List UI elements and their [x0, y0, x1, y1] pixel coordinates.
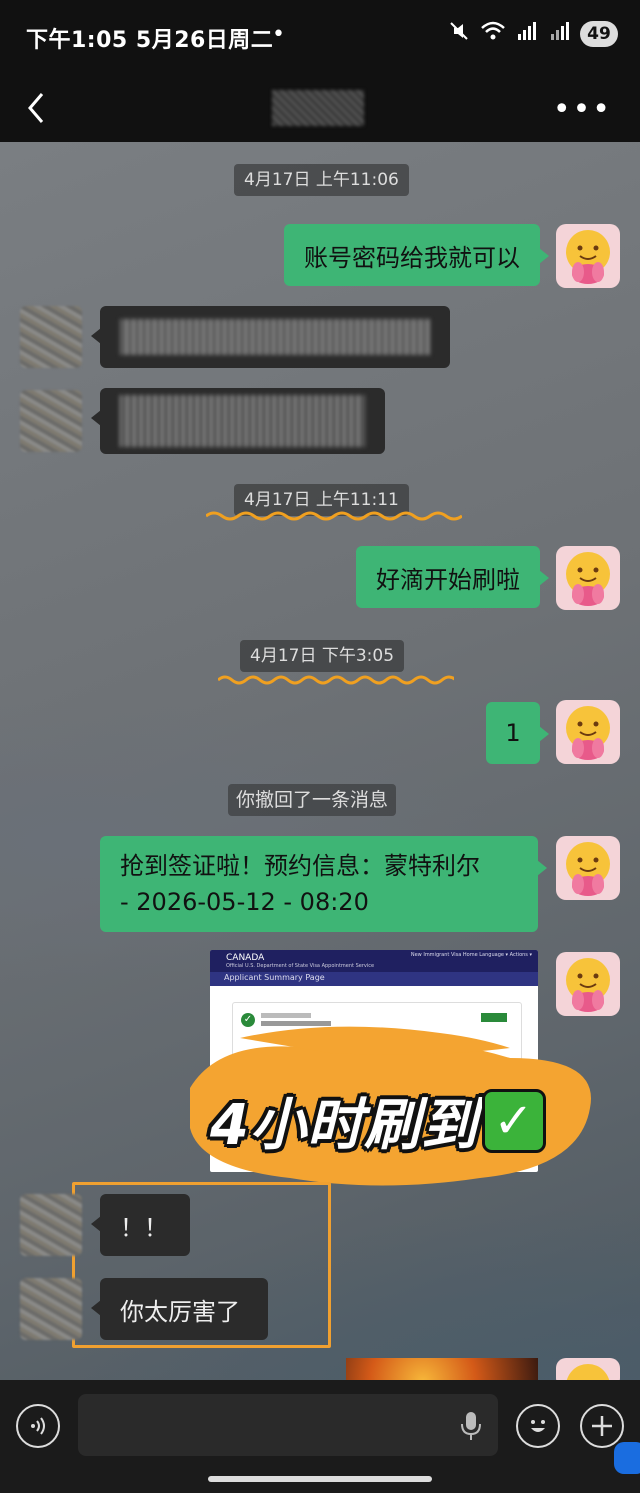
- my-avatar[interactable]: [556, 1358, 620, 1380]
- message-bubble-sent[interactable]: 账号密码给我就可以: [284, 224, 549, 286]
- timestamp: 4月17日 上午11:06: [234, 164, 409, 196]
- check-mark-icon: ✓: [481, 1088, 546, 1153]
- back-arrow-icon[interactable]: [22, 88, 50, 128]
- message-line: - 2026-05-12 - 08:20: [120, 888, 369, 916]
- avatar-emoji-icon: [566, 842, 610, 896]
- my-avatar[interactable]: [556, 224, 620, 288]
- contact-name-redacted: [272, 90, 364, 126]
- more-icon[interactable]: •••: [553, 92, 612, 127]
- message-bubble-sent[interactable]: 抢到签证啦！预约信息：蒙特利尔 - 2026-05-12 - 08:20: [100, 836, 547, 932]
- contact-avatar[interactable]: [20, 390, 82, 452]
- message-bubble-received-redacted[interactable]: [91, 388, 385, 454]
- home-indicator[interactable]: [208, 1476, 432, 1482]
- contact-avatar[interactable]: [20, 1278, 82, 1340]
- screenshot-page-title: Applicant Summary Page: [224, 973, 325, 982]
- my-avatar[interactable]: [556, 836, 620, 900]
- signal-icon: [516, 20, 540, 47]
- message-bubble-received[interactable]: ！！: [91, 1194, 190, 1256]
- status-icons: 49: [448, 20, 618, 47]
- screenshot-nav: Applicant Summary Page: [210, 972, 538, 986]
- chat-header: •••: [0, 76, 640, 142]
- image-message-partial[interactable]: [346, 1358, 538, 1380]
- overlay-caption-text: 4小时刷到: [210, 1093, 478, 1158]
- emoji-icon[interactable]: [516, 1404, 560, 1448]
- chat-area[interactable]: 4月17日 上午11:06 账号密码给我就可以 4月17日 上午11:11 好滴…: [0, 142, 640, 1380]
- signal-icon-2: [550, 20, 570, 47]
- avatar-emoji-icon: [566, 552, 610, 606]
- voice-icon[interactable]: [16, 1404, 60, 1448]
- squiggle-underline: [218, 675, 454, 685]
- contact-avatar[interactable]: [20, 306, 82, 368]
- avatar-emoji-icon: [566, 958, 610, 1012]
- status-time: 下午1:05 5月26日周二: [26, 28, 274, 53]
- overlay-caption: 4小时刷到 ✓: [210, 1080, 546, 1161]
- input-bar: [0, 1380, 640, 1493]
- battery-indicator: 49: [580, 20, 618, 47]
- message-bubble-received[interactable]: 你太厉害了: [91, 1278, 268, 1340]
- floating-badge[interactable]: [614, 1442, 640, 1474]
- wifi-icon: [480, 20, 506, 47]
- avatar-emoji-icon: [566, 230, 610, 284]
- redacted-content: [120, 395, 365, 447]
- status-bar: 下午1:05 5月26日周二 • 49: [0, 0, 640, 76]
- redacted-content: [120, 319, 430, 355]
- mic-icon[interactable]: [460, 1410, 482, 1442]
- screenshot-subtitle: Official U.S. Department of State Visa A…: [226, 963, 375, 969]
- contact-avatar[interactable]: [20, 1194, 82, 1256]
- avatar-emoji-icon: [566, 706, 610, 760]
- timestamp: 4月17日 下午3:05: [240, 640, 405, 672]
- my-avatar[interactable]: [556, 546, 620, 610]
- message-input[interactable]: [78, 1394, 498, 1456]
- my-avatar[interactable]: [556, 700, 620, 764]
- squiggle-underline: [206, 511, 462, 521]
- message-bubble-sent[interactable]: 1: [486, 702, 549, 764]
- avatar-emoji-icon: [566, 1364, 610, 1380]
- recalled-message-notice: 你撤回了一条消息: [228, 784, 397, 816]
- mute-icon: [448, 20, 470, 47]
- message-bubble-sent[interactable]: 好滴开始刷啦: [356, 546, 549, 608]
- message-line: 抢到签证啦！预约信息：蒙特利尔: [120, 852, 480, 880]
- plus-icon[interactable]: [580, 1404, 624, 1448]
- my-avatar[interactable]: [556, 952, 620, 1016]
- message-bubble-received-redacted[interactable]: [91, 306, 450, 368]
- status-dot: •: [272, 22, 285, 47]
- screenshot-topnav: New Immigrant Visa Home Language ▾ Actio…: [410, 952, 532, 958]
